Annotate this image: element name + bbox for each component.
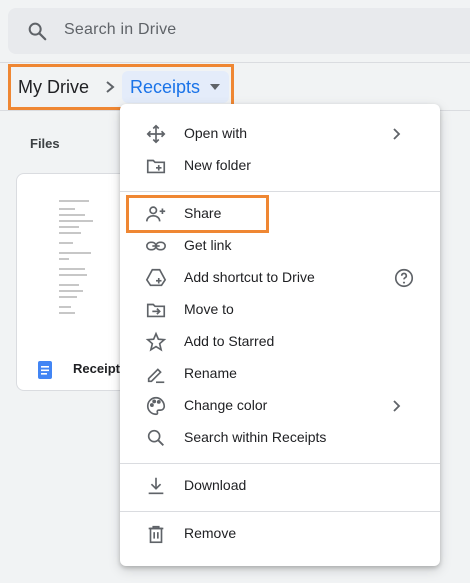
doc-icon <box>38 361 52 379</box>
menu-item-rename[interactable]: Rename <box>120 358 440 390</box>
menu-item-open-with[interactable]: Open with <box>120 118 440 150</box>
menu-item-change-color[interactable]: Change color <box>120 390 440 422</box>
chevron-right-icon <box>106 81 115 93</box>
star-icon <box>145 331 167 352</box>
breadcrumb-receipts-label: Receipts <box>130 77 201 97</box>
share-highlight-box <box>126 195 269 233</box>
menu-separator <box>120 511 440 512</box>
menu-item-move-to[interactable]: Move to <box>120 294 440 326</box>
link-icon <box>146 241 166 251</box>
header-divider <box>0 62 470 63</box>
download-icon <box>148 477 164 495</box>
menu-item-remove[interactable]: Remove <box>120 518 440 550</box>
chevron-right-icon <box>393 128 401 140</box>
palette-icon <box>147 396 166 416</box>
trash-icon <box>148 525 164 544</box>
add-shortcut-icon <box>145 268 167 287</box>
search-bar[interactable]: Search in Drive <box>8 8 470 54</box>
open-with-icon <box>146 124 166 144</box>
menu-item-add-shortcut[interactable]: Add shortcut to Drive <box>120 262 440 294</box>
chevron-right-icon <box>393 400 401 412</box>
help-icon[interactable] <box>393 267 415 289</box>
rename-icon <box>147 368 165 384</box>
breadcrumb-my-drive[interactable]: My Drive <box>18 77 89 98</box>
search-icon <box>147 429 164 446</box>
menu-item-get-link[interactable]: Get link <box>120 230 440 262</box>
files-section-label: Files <box>30 136 60 151</box>
search-input[interactable]: Search in Drive <box>64 21 176 39</box>
file-name: Receipt <box>73 361 120 376</box>
menu-item-download[interactable]: Download <box>120 470 440 502</box>
menu-item-new-folder[interactable]: New folder <box>120 150 440 182</box>
menu-item-add-to-starred[interactable]: Add to Starred <box>120 326 440 358</box>
search-icon[interactable] <box>26 20 48 42</box>
menu-item-search-within[interactable]: Search within Receipts <box>120 422 440 454</box>
menu-separator <box>120 463 440 464</box>
breadcrumb-receipts[interactable]: Receipts <box>122 71 229 103</box>
context-menu: Open with New folder Share Get link Add … <box>120 104 440 566</box>
new-folder-icon <box>146 159 166 174</box>
menu-separator <box>120 191 440 192</box>
move-to-icon <box>146 303 166 318</box>
caret-down-icon <box>210 84 220 90</box>
